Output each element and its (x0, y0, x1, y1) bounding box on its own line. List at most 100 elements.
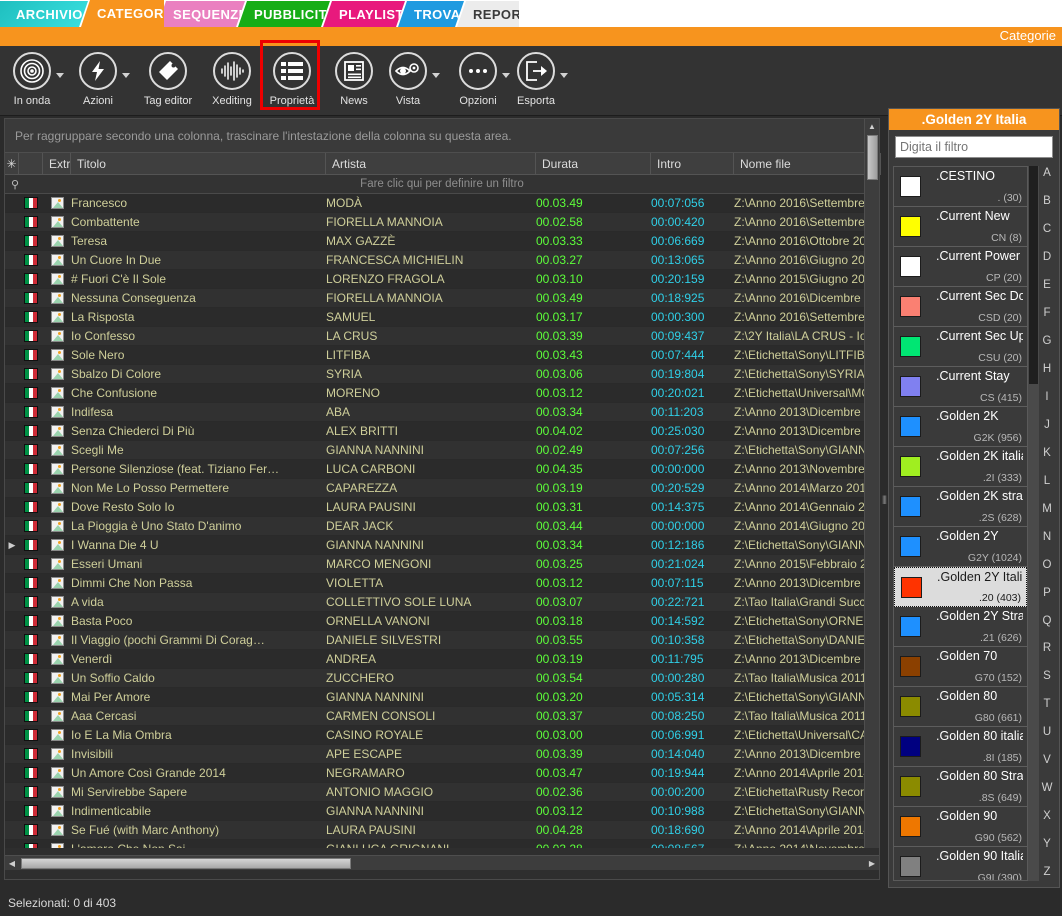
table-row[interactable]: Se Fué (with Marc Anthony) LAURA PAUSINI 0… (5, 821, 879, 840)
column-header-extr[interactable]: Extr (43, 152, 71, 175)
category-item[interactable]: .Golden 80 G80 (661) (894, 687, 1027, 727)
chevron-down-icon[interactable] (560, 73, 568, 78)
ribbon-button-azioni[interactable]: Azioni (66, 52, 130, 107)
ribbon-button-xediting[interactable]: Xediting (200, 52, 264, 107)
category-item[interactable]: .Golden 90 G90 (562) (894, 807, 1027, 847)
table-row[interactable]: Venerdì ANDREA 00.03.19 00:11:795 Z:\Anno 20… (5, 650, 879, 669)
category-item[interactable]: .Golden 70 G70 (152) (894, 647, 1027, 687)
tab-pubblicit[interactable]: PUBBLICITÀ (238, 1, 330, 27)
table-row[interactable]: Persone Silenziose (feat. Tiziano Fer… LU… (5, 460, 879, 479)
table-row[interactable]: Sbalzo Di Colore SYRIA 00.03.06 00:19:804 Z:… (5, 365, 879, 384)
category-item[interactable]: .Golden 2Y Italia .20 (403) (894, 567, 1027, 607)
group-by-dropzone[interactable]: Per raggruppare secondo una colonna, tra… (5, 119, 879, 153)
category-item[interactable]: .Golden 90 Italia G9I (390) (894, 847, 1027, 880)
table-row[interactable]: Teresa MAX GAZZÈ 00.03.33 00:06:669 Z:\Anno … (5, 232, 879, 251)
alphabet-index-H[interactable]: H (1043, 363, 1051, 376)
table-row[interactable]: Nessuna Conseguenza FIORELLA MANNOIA 00.03… (5, 289, 879, 308)
alphabet-index-N[interactable]: N (1043, 531, 1051, 544)
table-row[interactable]: Basta Poco ORNELLA VANONI 00.03.18 00:14:59… (5, 612, 879, 631)
alphabet-index-J[interactable]: J (1044, 419, 1050, 432)
categories-filter-input[interactable] (895, 136, 1053, 158)
category-item[interactable]: .Golden 2K strani .2S (628) (894, 487, 1027, 527)
table-row[interactable]: Francesco MODÀ 00.03.49 00:07:056 Z:\Anno 20… (5, 194, 879, 213)
category-item[interactable]: .Golden 80 italia .8I (185) (894, 727, 1027, 767)
table-row[interactable]: L'amore Che Non SaiGIANLUCA GRIGNANI00.0… (5, 840, 879, 848)
alphabet-index-Y[interactable]: Y (1043, 839, 1051, 851)
table-row[interactable]: Combattente FIORELLA MANNOIA 00.02.58 00:00… (5, 213, 879, 232)
tab-trova[interactable]: TROVA (398, 1, 464, 27)
ribbon-button-esporta[interactable]: Esporta (504, 52, 568, 107)
table-row[interactable]: Io E La Mia Ombra CASINO ROYALE 00.03.00 00… (5, 726, 879, 745)
column-header-blank[interactable] (19, 152, 43, 175)
category-item[interactable]: .Current Sec Dow CSD (20) (894, 287, 1027, 327)
tab-categorie[interactable]: CATEGORIE (81, 0, 164, 27)
alphabet-index-bar[interactable]: A B C D E F G H I J K L M N O P Q R S T U V W X Y Z (1039, 166, 1055, 881)
table-row[interactable]: La Pioggia è Uno Stato D'animo DEAR JACK 0… (5, 517, 879, 536)
category-item[interactable]: .CESTINO. (30) (894, 167, 1027, 207)
column-header-artista[interactable]: Artista (326, 152, 536, 175)
chevron-down-icon[interactable] (432, 73, 440, 78)
category-item[interactable]: .Golden 2Y Strani .21 (626) (894, 607, 1027, 647)
table-row[interactable]: Un Cuore In Due FRANCESCA MICHIELIN 00.03.… (5, 251, 879, 270)
table-row[interactable]: Scegli Me GIANNA NANNINI 00.02.49 00:07:256… (5, 441, 879, 460)
category-item[interactable]: .Golden 80 Strani .8S (649) (894, 767, 1027, 807)
table-row[interactable]: Non Me Lo Posso Permettere CAPAREZZA 00.03… (5, 479, 879, 498)
alphabet-index-I[interactable]: I (1045, 391, 1048, 404)
category-item[interactable]: .Golden 2Y G2Y (1024) (894, 527, 1027, 567)
scroll-right-icon[interactable]: ▶ (865, 859, 879, 868)
column-header-titolo[interactable]: Titolo (71, 152, 326, 175)
ribbon-button-opzioni[interactable]: Opzioni (446, 52, 510, 107)
alphabet-index-T[interactable]: T (1043, 699, 1050, 711)
table-row[interactable]: La Risposta SAMUEL 00.03.17 00:00:300 Z:\Ann… (5, 308, 879, 327)
alphabet-index-C[interactable]: C (1043, 223, 1051, 236)
alphabet-index-P[interactable]: P (1043, 587, 1051, 600)
table-row[interactable]: Un Soffio Caldo ZUCCHERO 00.03.54 00:00:280… (5, 669, 879, 688)
table-row[interactable]: Senza Chiederci Di Più ALEX BRITTI 00.04.0… (5, 422, 879, 441)
alphabet-index-E[interactable]: E (1043, 279, 1051, 292)
alphabet-index-S[interactable]: S (1043, 671, 1051, 683)
tab-archivio[interactable]: ARCHIVIO (0, 1, 88, 27)
alphabet-index-Q[interactable]: Q (1043, 615, 1052, 628)
table-row[interactable]: Aaa Cercasi CARMEN CONSOLI 00.03.37 00:08:2… (5, 707, 879, 726)
chevron-down-icon[interactable] (56, 73, 64, 78)
table-row[interactable]: ▶ I Wanna Die 4 U GIANNA NANNINI 00.03.34 00… (5, 536, 879, 555)
category-item[interactable]: .Current Stay CS (415) (894, 367, 1027, 407)
categories-list[interactable]: .CESTINO. (30) .Current New CN (8) .Current… (893, 166, 1028, 881)
alphabet-index-B[interactable]: B (1043, 195, 1051, 208)
table-row[interactable]: Mi Servirebbe Sapere ANTONIO MAGGIO 00.02.… (5, 783, 879, 802)
alphabet-index-D[interactable]: D (1043, 251, 1051, 264)
panel-splitter[interactable]: ||| (881, 118, 887, 880)
alphabet-index-A[interactable]: A (1043, 167, 1051, 180)
category-item[interactable]: .Golden 2K G2K (956) (894, 407, 1027, 447)
column-header-durata[interactable]: Durata (536, 152, 651, 175)
table-row[interactable]: Io Confesso LA CRUS 00.03.39 00:09:437 Z:\2Y… (5, 327, 879, 346)
table-row[interactable]: Dove Resto Solo Io LAURA PAUSINI 00.03.31 0… (5, 498, 879, 517)
alphabet-index-V[interactable]: V (1043, 755, 1051, 767)
chevron-down-icon[interactable] (122, 73, 130, 78)
ribbon-button-vista[interactable]: Vista (376, 52, 440, 107)
filter-row[interactable]: ⚲ Fare clic qui per definire un filtro (5, 175, 879, 194)
table-row[interactable]: # Fuori C'è Il Sole LORENZO FRAGOLA 00.03.… (5, 270, 879, 289)
table-row[interactable]: Mai Per Amore GIANNA NANNINI 00.03.20 00:05… (5, 688, 879, 707)
table-row[interactable]: Indimenticabile GIANNA NANNINI 00.03.12 00:… (5, 802, 879, 821)
table-row[interactable]: A vida COLLETTIVO SOLE LUNA 00.03.07 00:22:… (5, 593, 879, 612)
alphabet-index-U[interactable]: U (1043, 727, 1051, 739)
table-row[interactable]: Esseri Umani MARCO MENGONI 00.03.25 00:21:0… (5, 555, 879, 574)
tab-report[interactable]: REPORT (457, 1, 519, 27)
category-item[interactable]: .Current Power CP (20) (894, 247, 1027, 287)
tab-playlist[interactable]: PLAYLIST (323, 1, 405, 27)
category-item[interactable]: .Current Sec Up CSU (20) (894, 327, 1027, 367)
categories-vertical-scrollbar[interactable] (1028, 166, 1039, 881)
alphabet-index-R[interactable]: R (1043, 643, 1051, 655)
grid-vscroll-thumb[interactable] (867, 135, 878, 180)
alphabet-index-G[interactable]: G (1043, 335, 1052, 348)
grid-vertical-scrollbar[interactable]: ▲ (864, 119, 879, 848)
column-header-[interactable]: ✳ (5, 152, 19, 175)
table-row[interactable]: Invisibili APE ESCAPE 00.03.39 00:14:040 Z:\… (5, 745, 879, 764)
ribbon-button-inonda[interactable]: In onda (0, 52, 64, 107)
tab-sequenze[interactable]: SEQUENZE (157, 1, 245, 27)
category-item[interactable]: .Current New CN (8) (894, 207, 1027, 247)
category-item[interactable]: .Golden 2K italia .2I (333) (894, 447, 1027, 487)
scroll-up-icon[interactable]: ▲ (865, 119, 879, 133)
table-row[interactable]: Dimmi Che Non Passa VIOLETTA 00.03.12 00:07… (5, 574, 879, 593)
